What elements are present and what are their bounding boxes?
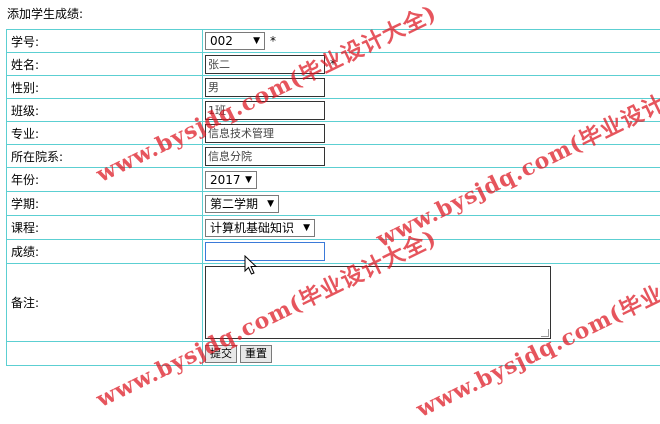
name-label: 姓名: (7, 53, 203, 76)
semester-select[interactable]: 第二学期▼ (205, 195, 279, 213)
required-mark: * (330, 57, 336, 71)
row-student-id: 学号: 002▼ * (7, 30, 660, 53)
chevron-down-icon: ▼ (267, 196, 274, 212)
department-input[interactable]: 信息分院 (205, 147, 325, 166)
resize-grip-icon[interactable] (541, 329, 549, 337)
row-course: 课程: 计算机基础知识▼ (7, 216, 660, 240)
semester-label: 学期: (7, 192, 203, 216)
chevron-down-icon: ▼ (303, 220, 310, 236)
page-title: 添加学生成绩: (7, 5, 83, 22)
row-buttons: 提交重置 (7, 342, 660, 366)
row-year: 年份: 2017▼ (7, 168, 660, 192)
remarks-label: 备注: (7, 264, 203, 342)
row-remarks: 备注: (7, 264, 660, 342)
score-label: 成绩: (7, 240, 203, 264)
class-input[interactable]: 1班 (205, 101, 325, 120)
row-class: 班级: 1班 (7, 99, 660, 122)
row-score: 成绩: (7, 240, 660, 264)
chevron-down-icon: ▼ (245, 172, 252, 188)
score-input[interactable] (205, 242, 325, 261)
remarks-textarea[interactable] (205, 266, 551, 339)
course-label: 课程: (7, 216, 203, 240)
course-select[interactable]: 计算机基础知识▼ (205, 219, 315, 237)
score-form-table: 学号: 002▼ * 姓名: 张二 * 性别: 男 班级: 1班 专业: 信息技术管… (6, 29, 660, 366)
chevron-down-icon: ▼ (253, 33, 260, 49)
reset-button[interactable]: 重置 (240, 345, 272, 363)
class-label: 班级: (7, 99, 203, 122)
mouse-cursor-icon (244, 255, 258, 275)
name-input[interactable]: 张二 (205, 55, 325, 74)
row-name: 姓名: 张二 * (7, 53, 660, 76)
row-department: 所在院系: 信息分院 (7, 145, 660, 168)
row-semester: 学期: 第二学期▼ (7, 192, 660, 216)
student-id-label: 学号: (7, 30, 203, 53)
year-select[interactable]: 2017▼ (205, 171, 257, 189)
major-label: 专业: (7, 122, 203, 145)
row-gender: 性别: 男 (7, 76, 660, 99)
student-id-select[interactable]: 002▼ (205, 32, 265, 50)
major-input[interactable]: 信息技术管理 (205, 124, 325, 143)
submit-button[interactable]: 提交 (205, 345, 237, 363)
gender-input[interactable]: 男 (205, 78, 325, 97)
department-label: 所在院系: (7, 145, 203, 168)
row-major: 专业: 信息技术管理 (7, 122, 660, 145)
required-mark: * (270, 34, 276, 48)
gender-label: 性别: (7, 76, 203, 99)
year-label: 年份: (7, 168, 203, 192)
